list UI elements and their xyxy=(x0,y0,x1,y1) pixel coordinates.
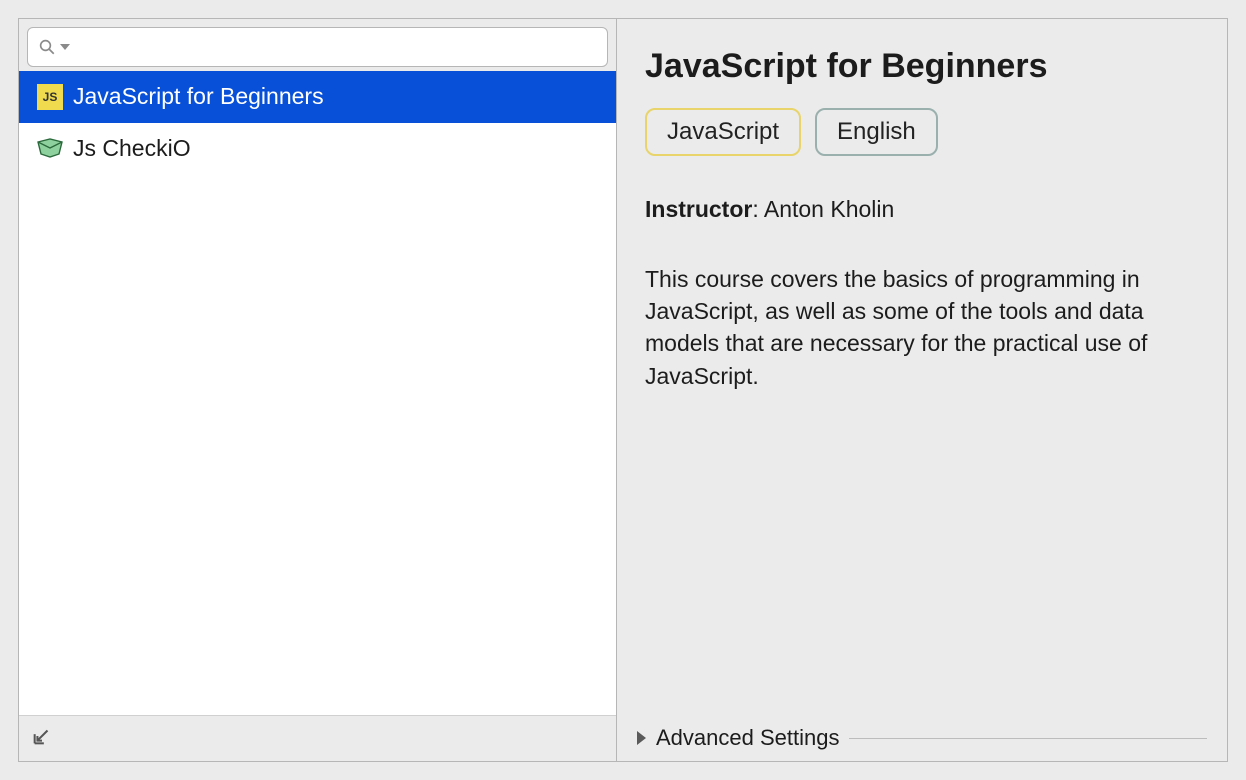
collapse-icon[interactable] xyxy=(31,725,53,752)
advanced-settings-toggle[interactable]: Advanced Settings xyxy=(637,725,1207,751)
course-description: This course covers the basics of program… xyxy=(645,263,1199,392)
search-icon xyxy=(38,38,56,56)
course-list-item-label: Js CheckiO xyxy=(73,135,191,163)
advanced-settings-label: Advanced Settings xyxy=(656,725,839,751)
instructor-line: Instructor: Anton Kholin xyxy=(645,196,1199,223)
list-footer xyxy=(19,715,616,761)
search-field[interactable] xyxy=(27,27,608,67)
course-browser-panel: JS JavaScript for Beginners Js CheckiO xyxy=(18,18,1228,762)
chevron-right-icon xyxy=(637,731,646,745)
course-details-pane: JavaScript for Beginners JavaScript Engl… xyxy=(617,19,1227,761)
checkio-icon xyxy=(37,138,63,158)
locale-tag: English xyxy=(815,108,938,156)
separator-line xyxy=(849,738,1207,739)
course-list-item[interactable]: Js CheckiO xyxy=(19,123,616,175)
course-list: JS JavaScript for Beginners Js CheckiO xyxy=(19,71,616,715)
language-tag: JavaScript xyxy=(645,108,801,156)
course-title: JavaScript for Beginners xyxy=(645,47,1199,86)
course-list-item[interactable]: JS JavaScript for Beginners xyxy=(19,71,616,123)
chevron-down-icon xyxy=(60,42,70,52)
instructor-label: Instructor xyxy=(645,196,752,222)
course-list-pane: JS JavaScript for Beginners Js CheckiO xyxy=(19,19,617,761)
instructor-name: Anton Kholin xyxy=(764,196,894,222)
tag-row: JavaScript English xyxy=(645,108,1199,156)
search-bar-container xyxy=(19,19,616,71)
course-list-item-label: JavaScript for Beginners xyxy=(73,83,324,111)
search-input[interactable] xyxy=(74,36,597,59)
js-icon: JS xyxy=(37,84,63,110)
